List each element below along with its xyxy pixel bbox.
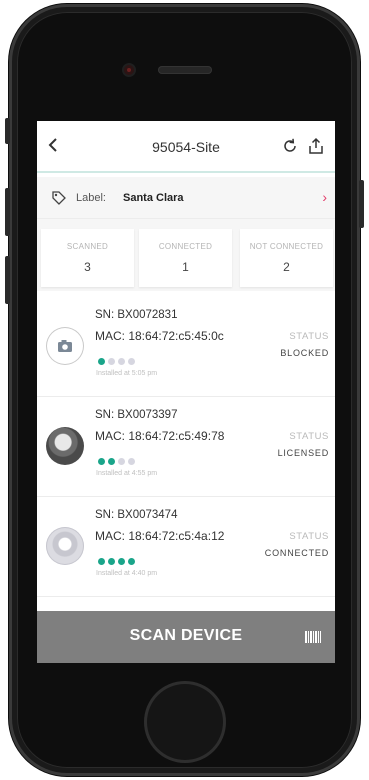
signal-dot [108, 458, 115, 465]
label-value: Santa Clara [123, 192, 184, 204]
volume-down-button [5, 256, 10, 304]
status-value: BLOCKED [280, 348, 329, 358]
signal-dot [118, 458, 125, 465]
refresh-icon[interactable] [281, 137, 299, 155]
signal-dot [108, 358, 115, 365]
signal-dots [98, 552, 138, 565]
stat-label: SCANNED [66, 242, 109, 251]
device-item[interactable]: SN: BX0073474 MAC: 18:64:72:c5:4a:12 Ins… [37, 497, 335, 597]
signal-dot [98, 358, 105, 365]
chevron-right-icon[interactable]: › [322, 189, 327, 205]
device-item[interactable]: SN: BX0072831 MAC: 18:64:72:c5:45:0c Ins… [37, 297, 335, 397]
device-serial: SN: BX0072831 [95, 309, 178, 321]
earpiece-speaker [158, 66, 212, 74]
status-label: STATUS [289, 431, 329, 442]
status-label: STATUS [289, 331, 329, 342]
device-mac: MAC: 18:64:72:c5:49:78 [95, 429, 225, 443]
device-mac: MAC: 18:64:72:c5:4a:12 [95, 529, 225, 543]
status-value: LICENSED [277, 448, 329, 458]
status-label: STATUS [289, 531, 329, 542]
device-serial: SN: BX0073474 [95, 509, 178, 521]
barcode-icon [305, 631, 321, 643]
signal-dot [128, 558, 135, 565]
signal-dot [98, 558, 105, 565]
stat-value: 2 [283, 260, 290, 274]
stat-value: 1 [182, 260, 189, 274]
label-key: Label: [76, 192, 106, 204]
installed-time: Installed at 4:55 pm [96, 470, 158, 477]
stat-label: NOT CONNECTED [249, 242, 324, 251]
tag-icon [52, 191, 66, 205]
stat-not-connected: NOT CONNECTED 2 [240, 229, 333, 287]
device-avatar [46, 327, 84, 365]
installed-time: Installed at 4:40 pm [96, 570, 158, 577]
installed-time: Installed at 5:05 pm [96, 370, 158, 377]
stat-value: 3 [84, 260, 91, 274]
home-button[interactable] [144, 681, 226, 763]
signal-dot [128, 358, 135, 365]
signal-dot [118, 358, 125, 365]
stat-connected: CONNECTED 1 [139, 229, 232, 287]
stat-scanned: SCANNED 3 [41, 229, 134, 287]
signal-dot [128, 458, 135, 465]
top-bar: 95054-Site [37, 121, 335, 173]
device-mac: MAC: 18:64:72:c5:45:0c [95, 329, 224, 343]
device-serial: SN: BX0073397 [95, 409, 178, 421]
mute-switch [5, 118, 10, 144]
camera-icon [58, 340, 72, 352]
scan-device-label: SCAN DEVICE [129, 627, 243, 644]
signal-dot [108, 558, 115, 565]
power-button [359, 180, 364, 228]
device-avatar [46, 427, 84, 465]
app-screen: 95054-Site Label: Santa Clara › SCANNED … [37, 121, 335, 663]
signal-dots [98, 452, 138, 465]
signal-dot [118, 558, 125, 565]
stats-row: SCANNED 3 CONNECTED 1 NOT CONNECTED 2 [37, 219, 335, 291]
signal-dot [98, 458, 105, 465]
device-avatar [46, 527, 84, 565]
label-row[interactable]: Label: Santa Clara › [37, 177, 335, 219]
scan-device-button[interactable]: SCAN DEVICE [37, 611, 335, 663]
device-item[interactable]: SN: BX0073397 MAC: 18:64:72:c5:49:78 Ins… [37, 397, 335, 497]
status-value: CONNECTED [264, 548, 329, 558]
volume-up-button [5, 188, 10, 236]
signal-dots [98, 352, 138, 365]
share-icon[interactable] [307, 137, 325, 155]
stat-label: CONNECTED [158, 242, 213, 251]
front-camera [124, 65, 134, 75]
